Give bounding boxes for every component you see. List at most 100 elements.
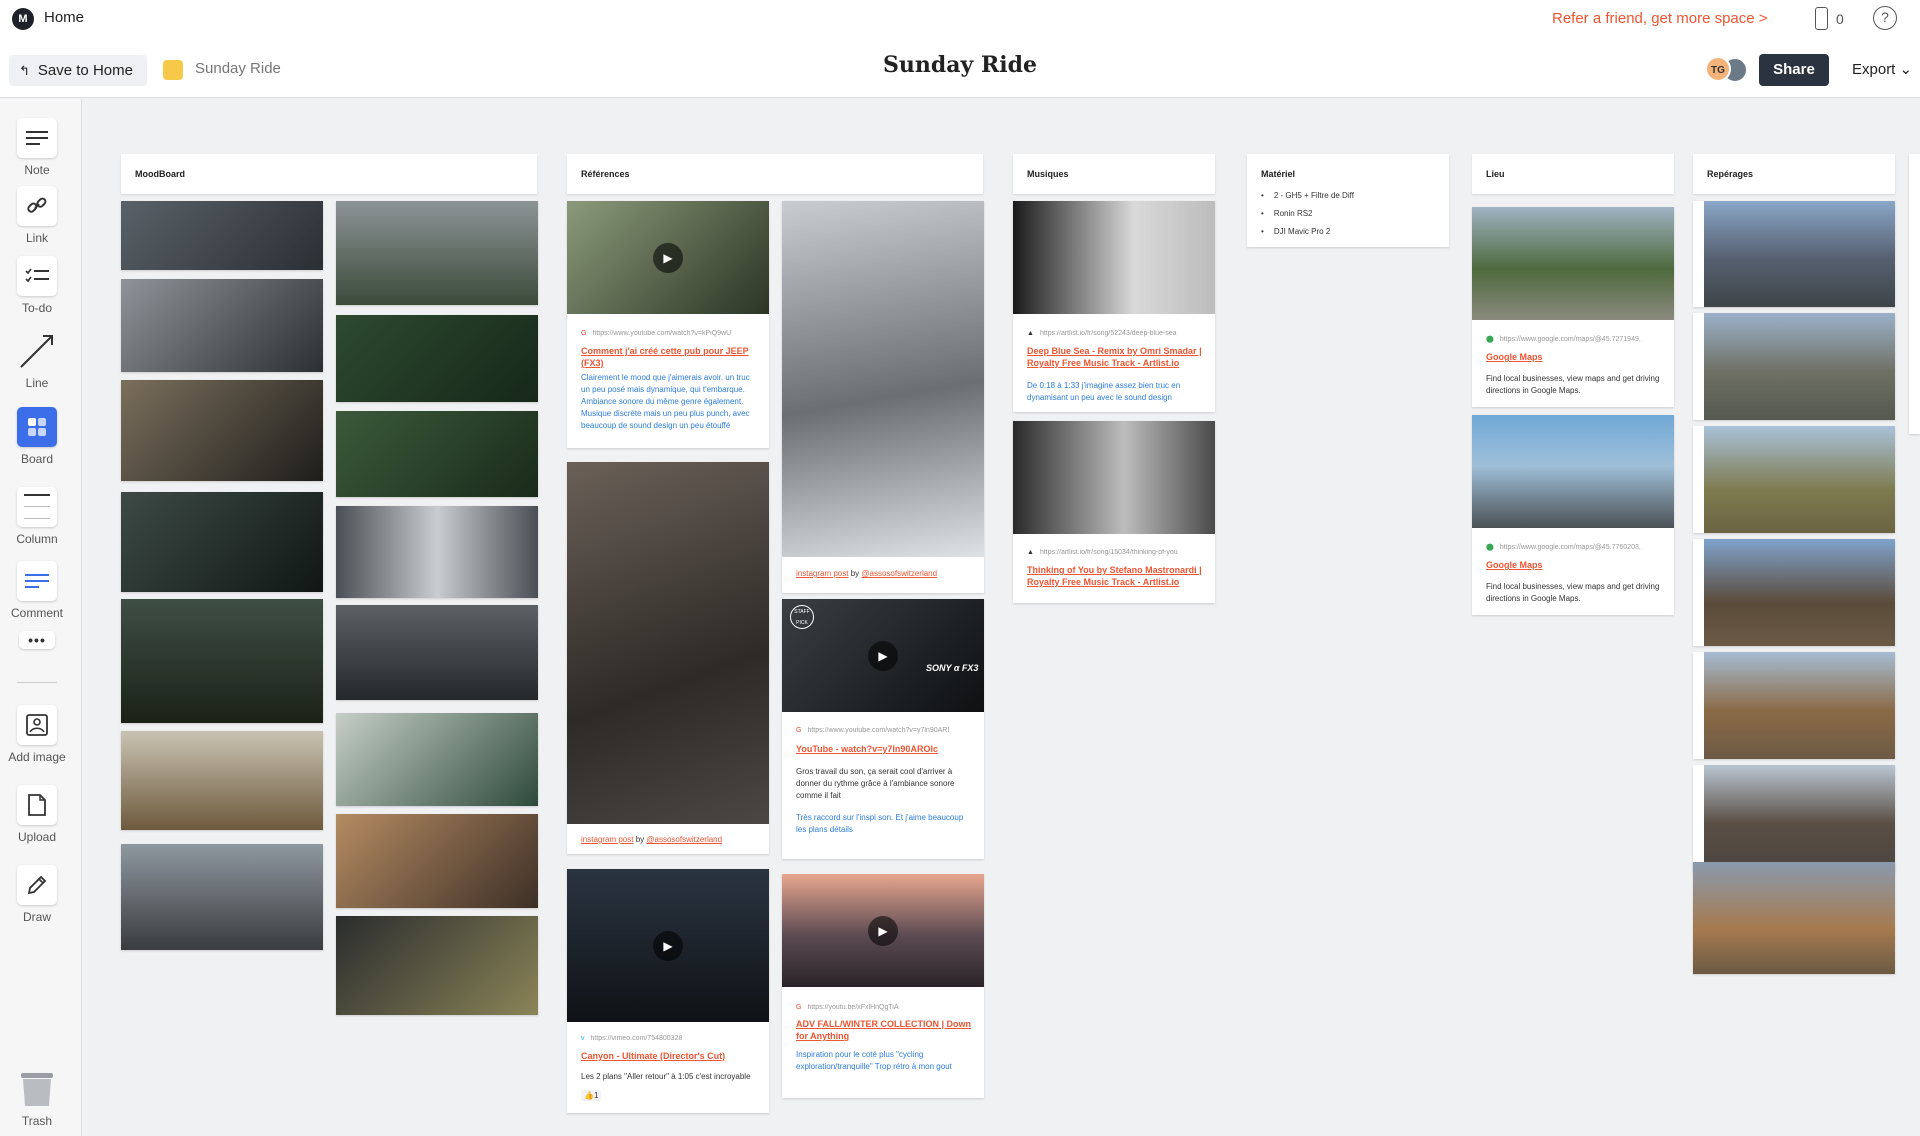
card-title-link[interactable]: Thinking of You by Stefano Mastronardi |… <box>1027 564 1202 588</box>
scouting-photo[interactable] <box>1693 201 1895 307</box>
music-card[interactable]: ▲ https://artlist.io/fr/song/52243/deep-b… <box>1013 201 1215 412</box>
card-url: Ghttps://www.youtube.com/watch?v=kPiQ9wU <box>581 330 732 337</box>
play-icon[interactable]: ▶ <box>653 931 683 961</box>
moodboard-image[interactable] <box>336 315 538 402</box>
tool-upload[interactable]: Upload <box>0 785 74 844</box>
moodboard-image[interactable] <box>121 731 323 830</box>
music-card[interactable]: ▲ https://artlist.io/fr/song/15034/thinki… <box>1013 421 1215 603</box>
refer-friend-link[interactable]: Refer a friend, get more space > <box>1552 10 1768 27</box>
tool-line[interactable]: Line <box>0 331 74 390</box>
pencil-icon <box>17 865 57 905</box>
tool-todo[interactable]: To-do <box>0 256 74 315</box>
scouting-photo[interactable] <box>1693 539 1895 646</box>
tool-label: Line <box>25 376 49 390</box>
share-button[interactable]: Share <box>1759 54 1829 86</box>
column-header-moodboard[interactable]: MoodBoard <box>121 154 537 194</box>
map-pin-icon: ⬤ <box>1486 544 1494 551</box>
export-dropdown[interactable]: Export ⌄ <box>1852 60 1912 78</box>
milanote-logo-icon[interactable]: M <box>12 8 34 30</box>
moodboard-image[interactable] <box>336 916 538 1015</box>
tool-add-image[interactable]: Add image <box>0 705 74 764</box>
help-icon[interactable]: ? <box>1873 6 1897 30</box>
scouting-photo[interactable] <box>1693 313 1895 420</box>
tool-note[interactable]: Note <box>0 118 74 177</box>
tool-draw[interactable]: Draw <box>0 865 74 924</box>
moodboard-image[interactable] <box>121 599 323 723</box>
moodboard-image[interactable] <box>336 411 538 497</box>
card-title-link[interactable]: YouTube - watch?v=y7ln90AROlc <box>796 743 971 755</box>
play-icon[interactable]: ▶ <box>868 641 898 671</box>
card-description: Clairement le mood que j'aimerais avoir.… <box>581 373 750 430</box>
materiel-card[interactable]: Matériel 2 - GH5 + Filtre de Diff Ronin … <box>1247 154 1449 247</box>
reference-card-video[interactable]: ▶ v https://vimeo.com/754800328 Canyon - … <box>567 869 769 1113</box>
column-header-musiques[interactable]: Musiques <box>1013 154 1215 194</box>
card-title-link[interactable]: ADV FALL/WINTER COLLECTION | Down for An… <box>796 1018 971 1042</box>
moodboard-image[interactable] <box>336 814 538 908</box>
top-bar: M Home Refer a friend, get more space > … <box>0 0 1920 98</box>
reference-card-video[interactable]: STAFF PICK SONY α FX3 ▶ Ghttps://www.you… <box>782 599 984 859</box>
reference-card-video[interactable]: ▶ Ghttps://youtu.be/xFxlHnQgTiA ADV FALL… <box>782 874 984 1098</box>
list-item: Ronin RS2 <box>1261 205 1354 223</box>
moodboard-image[interactable] <box>336 713 538 806</box>
column-header-reperages[interactable]: Repérages <box>1693 154 1895 194</box>
moodboard-image[interactable] <box>121 279 323 372</box>
reference-image[interactable] <box>567 462 769 824</box>
scouting-photo[interactable] <box>1693 426 1895 533</box>
board-canvas[interactable]: MoodBoard Références ▶ Ghttps://www.yout… <box>83 99 1920 1136</box>
card-title-link[interactable]: Google Maps <box>1486 351 1661 363</box>
map-thumbnail[interactable] <box>1472 415 1674 528</box>
moodboard-image[interactable] <box>336 201 538 305</box>
scouting-photo[interactable] <box>1693 862 1895 974</box>
card-title-link[interactable]: Google Maps <box>1486 559 1661 571</box>
scouting-photo[interactable] <box>1693 652 1895 759</box>
collaborator-avatars[interactable]: TG <box>1705 56 1749 84</box>
card-url: ⬤ https://www.google.com/maps/@45.7271949… <box>1486 336 1641 343</box>
reference-card-video[interactable]: ▶ Ghttps://www.youtube.com/watch?v=kPiQ9… <box>567 201 769 448</box>
play-icon[interactable]: ▶ <box>868 916 898 946</box>
moodboard-image[interactable] <box>121 492 323 592</box>
tool-label: Trash <box>21 1114 53 1128</box>
music-thumbnail[interactable] <box>1013 421 1215 534</box>
column-header-lieu[interactable]: Lieu <box>1472 154 1674 194</box>
tool-board[interactable]: Board <box>0 407 74 466</box>
moodboard-image[interactable] <box>121 201 323 270</box>
avatar[interactable]: TG <box>1705 56 1731 82</box>
tool-link[interactable]: Link <box>0 186 74 245</box>
instagram-post-link[interactable]: instagram post <box>796 569 848 578</box>
reaction-badge[interactable]: 👍1 <box>581 1090 602 1101</box>
play-icon[interactable]: ▶ <box>653 243 683 273</box>
card-title-link[interactable]: Comment j'ai créé cette pub pour JEEP (F… <box>581 345 756 369</box>
breadcrumb-home[interactable]: Home <box>44 9 84 26</box>
instagram-user-link[interactable]: @assosofswitzerland <box>861 569 937 578</box>
todo-icon <box>17 256 57 296</box>
reference-image[interactable] <box>782 201 984 557</box>
column-header-references[interactable]: Références <box>567 154 983 194</box>
card-url: ⬤ https://www.google.com/maps/@45.7760203… <box>1486 544 1641 551</box>
google-icon: G <box>796 1004 802 1011</box>
moodboard-image[interactable] <box>336 605 538 700</box>
instagram-post-link[interactable]: instagram post <box>581 835 633 844</box>
mobile-device-icon[interactable] <box>1815 7 1828 30</box>
card-description: De 0:18 à 1:33 j'imagine assez bien truc… <box>1027 381 1181 402</box>
tool-column[interactable]: Column <box>0 487 74 546</box>
column-header-materiel[interactable]: Matériel <box>1247 154 1449 184</box>
map-thumbnail[interactable] <box>1472 207 1674 320</box>
tool-trash[interactable]: Trash <box>0 1069 74 1128</box>
scouting-photo[interactable] <box>1693 765 1895 872</box>
moodboard-image[interactable] <box>336 506 538 598</box>
card-description: Find local businesses, view maps and get… <box>1486 374 1660 395</box>
music-thumbnail[interactable] <box>1013 201 1215 314</box>
tool-more[interactable]: ••• <box>0 631 74 649</box>
map-link-card[interactable]: ⬤ https://www.google.com/maps/@45.7271949… <box>1472 207 1674 407</box>
instagram-user-link[interactable]: @assosofswitzerland <box>646 835 722 844</box>
page-title[interactable]: Sunday Ride <box>0 52 1920 78</box>
moodboard-image[interactable] <box>121 380 323 481</box>
tool-comment[interactable]: Comment <box>0 561 74 620</box>
moodboard-image[interactable] <box>121 844 323 950</box>
map-link-card[interactable]: ⬤ https://www.google.com/maps/@45.7760203… <box>1472 415 1674 615</box>
card-title-link[interactable]: Deep Blue Sea - Remix by Omri Smadar | R… <box>1027 345 1202 369</box>
card-description: Gros travail du son, ça serait cool d'ar… <box>796 767 955 800</box>
card-title-link[interactable]: Canyon - Ultimate (Director's Cut) <box>581 1050 756 1062</box>
reference-card-image[interactable]: instagram post by @assosofswitzerland <box>567 462 769 854</box>
reference-card-image[interactable]: instagram post by @assosofswitzerland <box>782 201 984 593</box>
